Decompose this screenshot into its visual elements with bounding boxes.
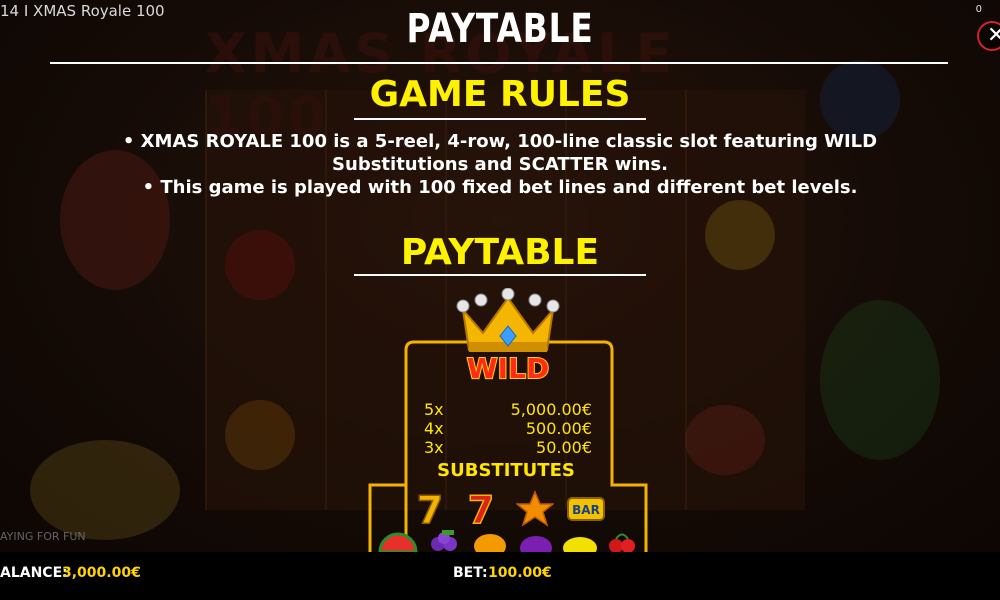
payout-amount: 50.00€ (536, 438, 592, 457)
svg-text:7: 7 (468, 490, 494, 528)
payout-row: 3x 50.00€ (424, 438, 592, 458)
payout-multiplier: 4x (424, 419, 444, 438)
cherry-icon (609, 533, 635, 552)
watermelon-icon (378, 532, 418, 552)
paytable-divider (354, 274, 646, 276)
wild-label: WILD (466, 351, 550, 386)
rule-line: Substitutions and SCATTER wins. (332, 154, 668, 175)
orange-icon (474, 534, 506, 552)
payout-row: 4x 500.00€ (424, 419, 592, 439)
corner-counter: 0 (975, 4, 982, 15)
game-rules-text: • XMAS ROYALE 100 is a 5-reel, 4-row, 10… (60, 130, 940, 199)
paytable-title: PAYTABLE (406, 6, 594, 52)
rule-line: • This game is played with 100 fixed bet… (142, 177, 858, 198)
close-button[interactable]: ✕ (977, 21, 1000, 51)
bet-label: BET: (453, 565, 488, 581)
svg-text:BAR: BAR (572, 503, 600, 517)
game-rules-heading: GAME RULES (369, 74, 631, 115)
payout-amount: 5,000.00€ (510, 400, 592, 419)
plum-icon (520, 536, 552, 552)
seven-gold-icon: 7 (416, 490, 444, 528)
substitutes-label: SUBSTITUTES (437, 460, 575, 481)
game-rules-divider (354, 118, 646, 120)
lemon-icon (563, 537, 597, 552)
payout-amount: 500.00€ (525, 419, 592, 438)
grapes-icon (431, 530, 457, 551)
rule-line: • XMAS ROYALE 100 is a 5-reel, 4-row, 10… (122, 131, 878, 152)
payout-multiplier: 3x (424, 438, 444, 457)
title-divider (50, 62, 948, 64)
payout-row: 5x 5,000.00€ (424, 400, 592, 420)
paytable-heading: PAYTABLE (400, 232, 600, 273)
bet-value: 100.00€ (488, 565, 552, 581)
playing-for-fun-label: AYING FOR FUN (0, 530, 86, 543)
star-icon (516, 490, 554, 527)
balance-value: 3,000.00€ (62, 565, 141, 581)
status-bar: ALANCE: 3,000.00€ BET: 100.00€ (0, 552, 1000, 600)
bar-icon: BAR (567, 497, 605, 521)
balance-label: ALANCE: (0, 565, 68, 581)
svg-text:7: 7 (417, 490, 443, 528)
crown-icon (456, 288, 560, 352)
seven-red-icon: 7 (467, 490, 495, 528)
payout-multiplier: 5x (424, 400, 444, 419)
close-icon: ✕ (987, 23, 1000, 48)
